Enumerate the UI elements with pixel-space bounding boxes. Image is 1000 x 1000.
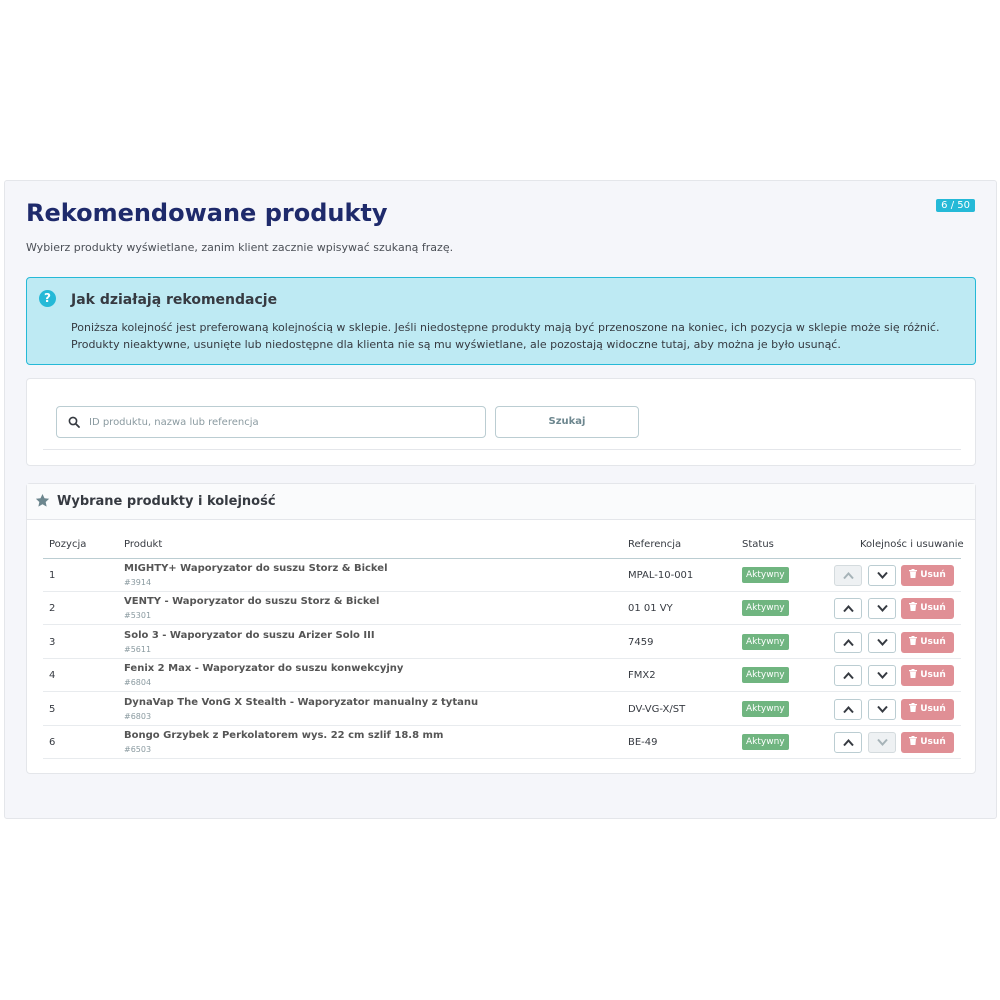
move-down-button[interactable] <box>868 565 896 586</box>
move-down-button[interactable] <box>868 665 896 687</box>
search-button[interactable]: Szukaj <box>495 406 639 438</box>
delete-button[interactable]: Usuń <box>901 698 954 720</box>
search-icon <box>68 416 80 428</box>
product-reference: 7459 <box>628 636 654 648</box>
row-position: 5 <box>49 703 56 715</box>
delete-label: Usuń <box>920 636 946 647</box>
info-text: Poniższa kolejność jest preferowaną kole… <box>71 321 940 351</box>
move-down-button[interactable] <box>868 698 896 720</box>
status-badge: Aktywny <box>742 633 789 650</box>
column-header-status: Status <box>742 539 774 550</box>
delete-label: Usuń <box>920 703 946 714</box>
info-alert: ? Jak działają rekomendacje Poniższa kol… <box>26 277 976 365</box>
product-id: #5611 <box>124 644 152 654</box>
trash-icon <box>909 602 918 612</box>
delete-button[interactable]: Usuń <box>901 565 954 586</box>
table-row: 6 Bongo Grzybek z Perkolatorem wys. 22 cm… <box>43 726 961 759</box>
move-down-button[interactable] <box>868 598 896 620</box>
row-position: 3 <box>49 636 56 648</box>
info-title: Jak działają rekomendacje <box>71 292 278 308</box>
trash-icon <box>909 702 918 712</box>
product-reference: BE-49 <box>628 737 658 748</box>
trash-icon <box>909 635 918 645</box>
product-name: VENTY - Waporyzator do suszu Storz & Bic… <box>124 596 380 608</box>
search-card: Szukaj <box>26 378 976 466</box>
product-reference: DV-VG-X/ST <box>628 703 686 715</box>
move-down-button[interactable] <box>868 631 896 653</box>
move-up-button[interactable] <box>834 565 862 586</box>
move-up-button[interactable] <box>834 598 862 620</box>
product-name: DynaVap The VonG X Stealth - Waporyzator… <box>124 696 479 708</box>
product-id: #6803 <box>124 711 152 721</box>
search-input[interactable] <box>89 414 469 430</box>
trash-icon <box>909 736 918 745</box>
move-up-button[interactable] <box>834 665 862 687</box>
delete-button[interactable]: Usuń <box>901 732 954 753</box>
column-header-actions: Kolejnośc i usuwanie <box>860 539 964 550</box>
product-name: Fenix 2 Max - Waporyzator do suszu konwe… <box>124 663 404 675</box>
row-position: 4 <box>49 670 56 682</box>
delete-label: Usuń <box>920 670 946 681</box>
move-up-button[interactable] <box>834 631 862 653</box>
status-badge: Aktywny <box>742 567 789 583</box>
card-header: Wybrane produkty i kolejność <box>27 484 975 520</box>
row-position: 2 <box>49 603 56 615</box>
table-row: 3 Solo 3 - Waporyzator do suszu Arizer So… <box>43 626 961 659</box>
delete-label: Usuń <box>920 737 946 747</box>
product-id: #3914 <box>124 578 152 587</box>
table-row: 4 Fenix 2 Max - Waporyzator do suszu konw… <box>43 659 961 693</box>
product-id: #5301 <box>124 611 152 621</box>
table-row: 1 MIGHTY+ Waporyzator do suszu Storz & Bi… <box>43 559 961 592</box>
table-row: 2 VENTY - Waporyzator do suszu Storz & Bi… <box>43 592 961 626</box>
trash-icon <box>909 669 918 679</box>
main-panel: Rekomendowane produkty 6 / 50 Wybierz pr… <box>4 180 997 819</box>
product-name: Solo 3 - Waporyzator do suszu Arizer Sol… <box>124 629 375 641</box>
status-badge: Aktywny <box>742 600 789 617</box>
product-id: #6804 <box>124 678 152 688</box>
column-header-product: Produkt <box>124 539 163 550</box>
column-header-reference: Referencja <box>628 539 682 550</box>
product-name: Bongo Grzybek z Perkolatorem wys. 22 cm … <box>124 730 444 741</box>
status-badge: Aktywny <box>742 734 789 750</box>
page-subtitle: Wybierz produkty wyświetlane, zanim klie… <box>26 241 454 254</box>
column-header-position: Pozycja <box>49 539 87 550</box>
move-down-button[interactable] <box>868 732 896 753</box>
delete-label: Usuń <box>920 570 946 580</box>
product-reference: 01 01 VY <box>628 603 673 615</box>
search-field[interactable] <box>56 406 486 438</box>
status-badge: Aktywny <box>742 700 789 717</box>
product-reference: MPAL-10-001 <box>628 570 694 581</box>
table-row: 5 DynaVap The VonG X Stealth - Waporyzato… <box>43 693 961 726</box>
status-badge: Aktywny <box>742 667 789 684</box>
product-reference: FMX2 <box>628 670 656 682</box>
divider <box>43 449 961 450</box>
trash-icon <box>909 569 918 578</box>
delete-button[interactable]: Usuń <box>901 598 954 620</box>
product-name: MIGHTY+ Waporyzator do suszu Storz & Bic… <box>124 563 388 574</box>
row-position: 6 <box>49 737 56 748</box>
question-circle-icon: ? <box>39 290 56 307</box>
card-title: Wybrane produkty i kolejność <box>57 494 276 509</box>
delete-button[interactable]: Usuń <box>901 631 954 653</box>
delete-label: Usuń <box>920 603 946 614</box>
move-up-button[interactable] <box>834 732 862 753</box>
page-title: Rekomendowane produkty <box>26 199 388 227</box>
move-up-button[interactable] <box>834 698 862 720</box>
row-position: 1 <box>49 570 56 581</box>
delete-button[interactable]: Usuń <box>901 665 954 687</box>
star-icon <box>35 493 50 507</box>
selected-products-card: Wybrane produkty i kolejność Pozycja Pro… <box>26 483 976 774</box>
products-counter-badge: 6 / 50 <box>936 199 975 212</box>
product-id: #6503 <box>124 745 152 754</box>
